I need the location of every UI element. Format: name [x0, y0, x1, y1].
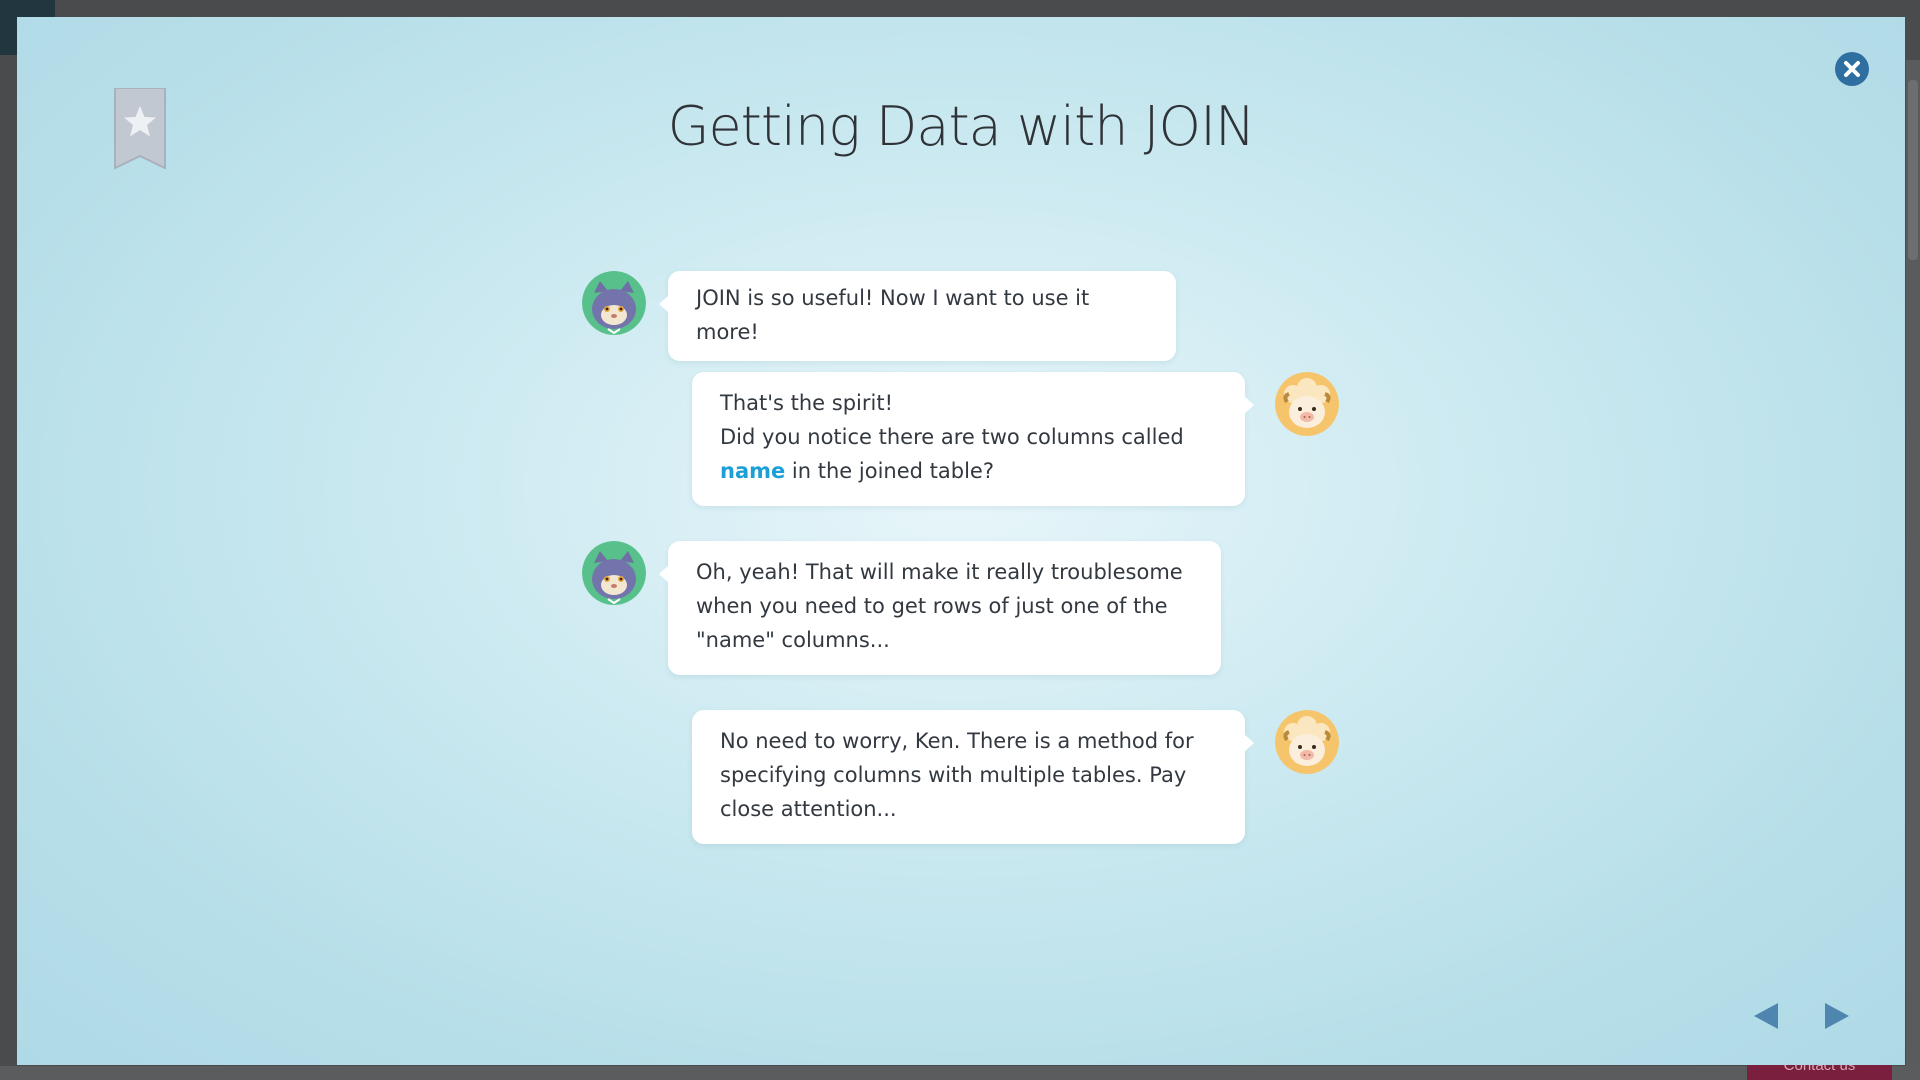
- lesson-title: Getting Data with JOIN: [667, 95, 1256, 158]
- page-scrollbar[interactable]: [1906, 60, 1920, 1070]
- sheep-avatar-icon: [1275, 710, 1339, 774]
- message-line: when you need to get rows of just one of…: [696, 594, 1168, 618]
- chat-message-ken-2: Oh, yeah! That will make it really troub…: [582, 541, 1221, 675]
- message-line: That's the spirit!: [720, 391, 893, 415]
- scrollbar-thumb[interactable]: [1908, 80, 1918, 260]
- message-line: "name" columns...: [696, 628, 890, 652]
- highlighted-term: name: [720, 459, 786, 483]
- chat-message-sheep-2: No need to worry, Ken. There is a method…: [692, 710, 1339, 844]
- cat-avatar-icon: [582, 541, 646, 605]
- lesson-slide-modal: Getting Data with JOIN JOIN is so useful…: [17, 17, 1905, 1065]
- message-line: No need to worry, Ken. There is a method…: [720, 729, 1194, 753]
- cat-avatar-icon: [582, 271, 646, 335]
- message-line: Oh, yeah! That will make it really troub…: [696, 560, 1183, 584]
- close-button[interactable]: [1834, 51, 1870, 87]
- chat-bubble: Oh, yeah! That will make it really troub…: [659, 541, 1221, 675]
- chat-bubble: JOIN is so useful! Now I want to use it …: [659, 271, 1176, 361]
- triangle-right-icon: [1825, 1003, 1849, 1029]
- next-slide-button[interactable]: [1821, 1000, 1853, 1032]
- message-text: JOIN is so useful! Now I want to use it …: [696, 286, 1090, 344]
- background-header: [0, 0, 1920, 16]
- sheep-avatar-icon: [1275, 372, 1339, 436]
- chat-message-sheep-1: That's the spirit! Did you notice there …: [692, 372, 1339, 506]
- message-line: close attention...: [720, 797, 897, 821]
- chat-message-ken-1: JOIN is so useful! Now I want to use it …: [582, 271, 1176, 361]
- message-line: specifying columns with multiple tables.…: [720, 763, 1187, 787]
- triangle-left-icon: [1754, 1003, 1778, 1029]
- message-line: Did you notice there are two columns cal…: [720, 425, 1184, 449]
- chat-bubble: That's the spirit! Did you notice there …: [692, 372, 1254, 506]
- chat-bubble: No need to worry, Ken. There is a method…: [692, 710, 1254, 844]
- previous-slide-button[interactable]: [1750, 1000, 1782, 1032]
- background-footer: [0, 1066, 1920, 1080]
- message-line: name in the joined table?: [720, 459, 994, 483]
- close-icon: [1835, 52, 1869, 86]
